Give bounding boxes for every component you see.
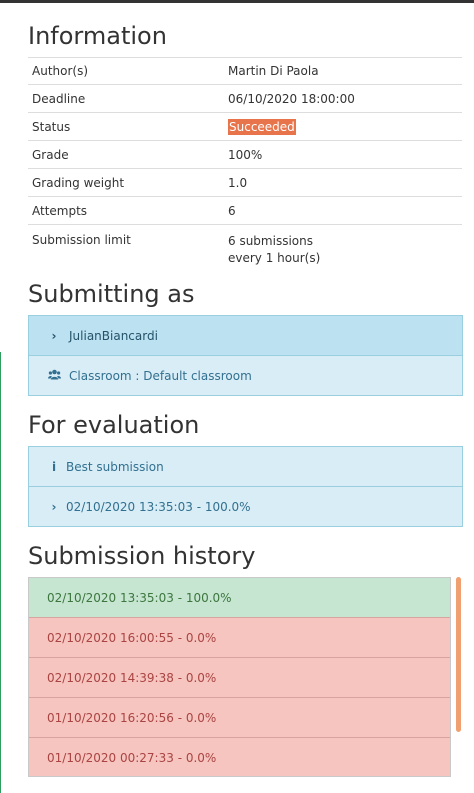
info-row-grade: Grade 100% <box>28 140 462 168</box>
info-icon: i <box>51 459 57 474</box>
best-submission-label: Best submission <box>66 459 164 474</box>
info-row-deadline: Deadline 06/10/2020 18:00:00 <box>28 84 462 112</box>
chevron-right-icon: › <box>51 328 57 343</box>
history-item-text: 01/10/2020 16:20:56 - 0.0% <box>47 710 217 725</box>
submitting-as-panel: › JulianBiancardi Classroom : Default cl… <box>28 315 463 396</box>
info-label: Grading weight <box>32 175 125 190</box>
history-item-text: 02/10/2020 14:39:38 - 0.0% <box>47 670 217 685</box>
info-value: 1.0 <box>228 175 248 190</box>
info-row-attempts: Attempts 6 <box>28 196 462 224</box>
username: JulianBiancardi <box>69 328 158 343</box>
classroom-label: Classroom : Default classroom <box>69 368 252 383</box>
info-row-authors: Author(s) Martin Di Paola <box>28 57 462 84</box>
history-item[interactable]: 02/10/2020 13:35:03 - 100.0% <box>29 578 450 617</box>
best-submission-row: i Best submission <box>29 447 462 486</box>
history-item[interactable]: 01/10/2020 16:20:56 - 0.0% <box>29 697 450 737</box>
information-table: Author(s) Martin Di Paola Deadline 06/10… <box>28 57 462 268</box>
history-item[interactable]: 02/10/2020 14:39:38 - 0.0% <box>29 657 450 697</box>
chevron-right-icon: › <box>51 499 57 514</box>
submission-history-list[interactable]: 02/10/2020 13:35:03 - 100.0% 02/10/2020 … <box>28 577 451 777</box>
history-item[interactable]: 01/10/2020 00:27:33 - 0.0% <box>29 737 450 776</box>
info-value: every 1 hour(s) <box>228 251 321 265</box>
submitting-as-title: Submitting as <box>28 280 195 308</box>
for-evaluation-panel: i Best submission › 02/10/2020 13:35:03 … <box>28 446 463 527</box>
info-value: 6 submissions <box>228 234 313 248</box>
user-toggle[interactable]: › JulianBiancardi <box>29 316 462 355</box>
info-value: 06/10/2020 18:00:00 <box>228 91 355 106</box>
for-evaluation-title: For evaluation <box>28 411 200 439</box>
information-title: Information <box>28 22 167 50</box>
status-badge: Succeeded <box>228 118 296 135</box>
info-row-weight: Grading weight 1.0 <box>28 168 462 196</box>
info-value: 6 <box>228 203 236 218</box>
evaluated-submission-link[interactable]: › 02/10/2020 13:35:03 - 100.0% <box>29 486 462 526</box>
history-item-text: 02/10/2020 13:35:03 - 100.0% <box>47 590 232 605</box>
info-value: 100% <box>228 147 263 162</box>
history-item-text: 02/10/2020 16:00:55 - 0.0% <box>47 630 217 645</box>
evaluated-submission: 02/10/2020 13:35:03 - 100.0% <box>66 499 251 514</box>
history-item[interactable]: 02/10/2020 16:00:55 - 0.0% <box>29 617 450 657</box>
info-label: Submission limit <box>32 233 131 247</box>
info-row-status: Status Succeeded <box>28 112 462 140</box>
history-item-text: 01/10/2020 00:27:33 - 0.0% <box>47 750 217 765</box>
info-label: Status <box>32 119 71 134</box>
info-label: Deadline <box>32 91 86 106</box>
top-border <box>0 0 474 3</box>
info-row-limit: Submission limit 6 submissions every 1 h… <box>28 224 462 268</box>
history-scrollbar[interactable] <box>456 577 461 732</box>
classroom-row[interactable]: Classroom : Default classroom <box>29 355 462 395</box>
info-label: Author(s) <box>32 64 89 78</box>
users-icon <box>47 369 61 383</box>
info-label: Grade <box>32 147 69 162</box>
info-value: Martin Di Paola <box>228 64 319 78</box>
info-label: Attempts <box>32 203 88 218</box>
left-accent-line <box>0 352 1 793</box>
submission-history-title: Submission history <box>28 542 256 570</box>
